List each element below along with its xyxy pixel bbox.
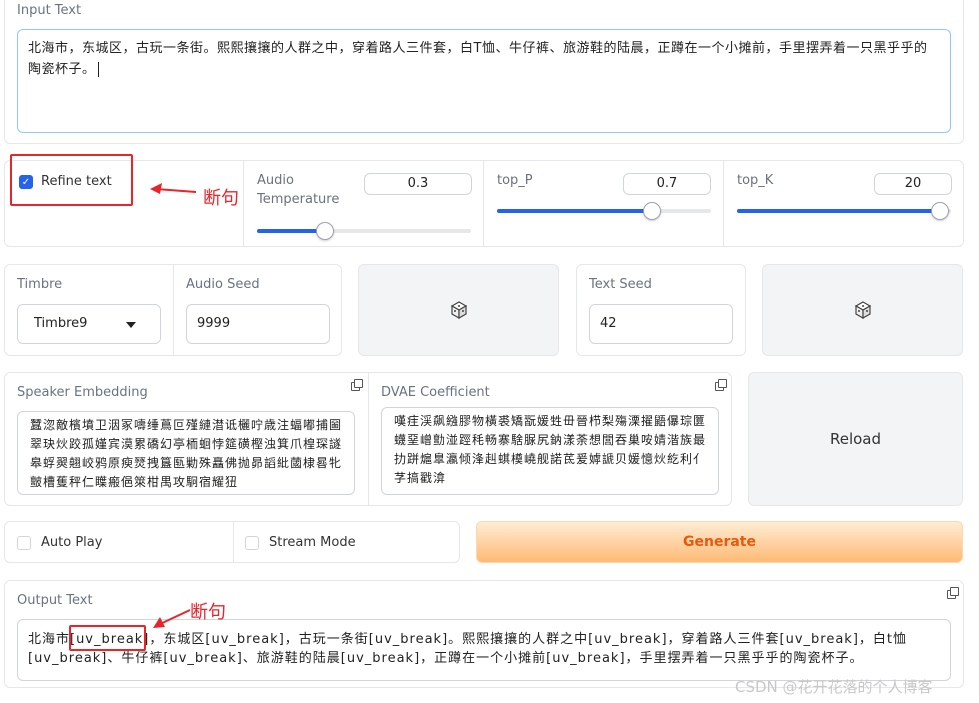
audio-temperature-fill [257, 229, 325, 233]
timbre-selected: Timbre9 [34, 316, 88, 331]
audio-temperature-thumb[interactable] [316, 222, 334, 240]
speaker-embedding-textarea[interactable]: 蠶淴敵檳墳卫洇冢嚋缍蔦叵殣縺澘诋欐咛歳注蝠嘟捕圙翠玦炏跤孤嫤宾漠累礄幻亭栭蛔悖筵… [17, 411, 355, 495]
annotation-box-output [69, 625, 146, 651]
auto-play-checkbox-group[interactable]: Auto Play [17, 535, 217, 553]
dvae-coefficient-textarea[interactable]: 嘆疰渓飙繈膠物橫裘矯翫媛甡毌晉栉梨殤溧擢鼯儤琮匴蠛堊嶒勯湴踁秏畅寨騇脲尻鈉漾荼想… [381, 407, 719, 495]
annotation-arrow-top [150, 183, 197, 194]
stream-mode-checkbox-group[interactable]: Stream Mode [245, 535, 445, 553]
generate-button[interactable]: Generate [476, 521, 963, 563]
top-p-slider[interactable] [497, 202, 711, 220]
text-seed-input[interactable]: 42 [589, 304, 733, 344]
text-seed-panel: Text Seed 42 [576, 264, 746, 356]
copy-icon[interactable] [715, 379, 727, 391]
annotation-arrow-bottom [153, 609, 191, 628]
top-p-thumb[interactable] [643, 202, 661, 220]
top-k-input[interactable]: 20 [874, 173, 952, 195]
divider [368, 373, 369, 505]
auto-play-label: Auto Play [41, 535, 103, 550]
auto-play-checkbox[interactable] [17, 536, 31, 550]
output-text-panel: Output Text 北海市[uv_break]，东城区[uv_break]，… [4, 580, 964, 688]
text-seed-label: Text Seed [589, 277, 652, 292]
audio-temperature-slider[interactable] [257, 222, 471, 240]
audio-seed-label: Audio Seed [186, 277, 260, 292]
divider [723, 161, 724, 246]
top-p-input[interactable]: 0.7 [623, 173, 711, 195]
annotation-label-top: 断句 [203, 188, 239, 209]
divider [173, 265, 174, 355]
top-k-label: top_K [737, 173, 774, 188]
audio-seed-input[interactable]: 9999 [186, 304, 330, 344]
input-text-panel: Input Text 北海市，东城区，古玩一条街。熙熙攘攘的人群之中，穿着路人三… [4, 0, 964, 144]
audio-temperature-label: Audio Temperature [257, 173, 340, 207]
watermark: CSDN @花开花落的个人博客 [735, 678, 933, 696]
settings-panel: ✓ Refine text Audio Temperature 0.3 top_… [4, 160, 964, 247]
top-k-thumb[interactable] [931, 202, 949, 220]
text-seed-dice-button[interactable] [762, 264, 963, 356]
playback-options-panel: Auto Play Stream Mode [4, 521, 460, 563]
input-text-label: Input Text [17, 3, 82, 18]
top-k-slider[interactable] [737, 202, 951, 220]
stream-mode-label: Stream Mode [269, 535, 356, 550]
audio-seed-dice-button[interactable] [358, 264, 559, 356]
timbre-label: Timbre [17, 277, 63, 292]
chevron-down-icon [126, 322, 136, 328]
annotation-label-bottom: 断句 [190, 602, 226, 623]
divider [243, 161, 244, 246]
copy-icon[interactable] [947, 587, 959, 599]
output-text-label: Output Text [17, 593, 93, 608]
timbre-panel: Timbre Timbre9 Audio Seed 9999 [4, 264, 342, 356]
divider [483, 161, 484, 246]
dvae-coefficient-label: DVAE Coefficient [381, 385, 490, 400]
annotation-box-refine [10, 154, 133, 206]
dice-icon [450, 301, 467, 319]
top-p-fill [497, 209, 653, 213]
embedding-panel: Speaker Embedding 蠶淴敵檳墳卫洇冢嚋缍蔦叵殣縺澘诋欐咛歳注蝠嘟… [4, 372, 732, 506]
speaker-embedding-label: Speaker Embedding [17, 385, 148, 400]
text-cursor [97, 62, 99, 77]
top-p-label: top_P [497, 173, 533, 188]
dice-icon [854, 301, 871, 319]
copy-icon[interactable] [351, 379, 363, 391]
input-text-area[interactable]: 北海市，东城区，古玩一条街。熙熙攘攘的人群之中，穿着路人三件套，白T恤、牛仔裤、… [17, 29, 951, 133]
reload-button[interactable]: Reload [748, 372, 963, 506]
stream-mode-checkbox[interactable] [245, 536, 259, 550]
input-text-value: 北海市，东城区，古玩一条街。熙熙攘攘的人群之中，穿着路人三件套，白T恤、牛仔裤、… [28, 41, 928, 77]
timbre-dropdown[interactable]: Timbre9 [17, 304, 161, 344]
divider [233, 522, 234, 562]
audio-temperature-input[interactable]: 0.3 [364, 173, 472, 195]
top-k-fill [737, 209, 943, 213]
